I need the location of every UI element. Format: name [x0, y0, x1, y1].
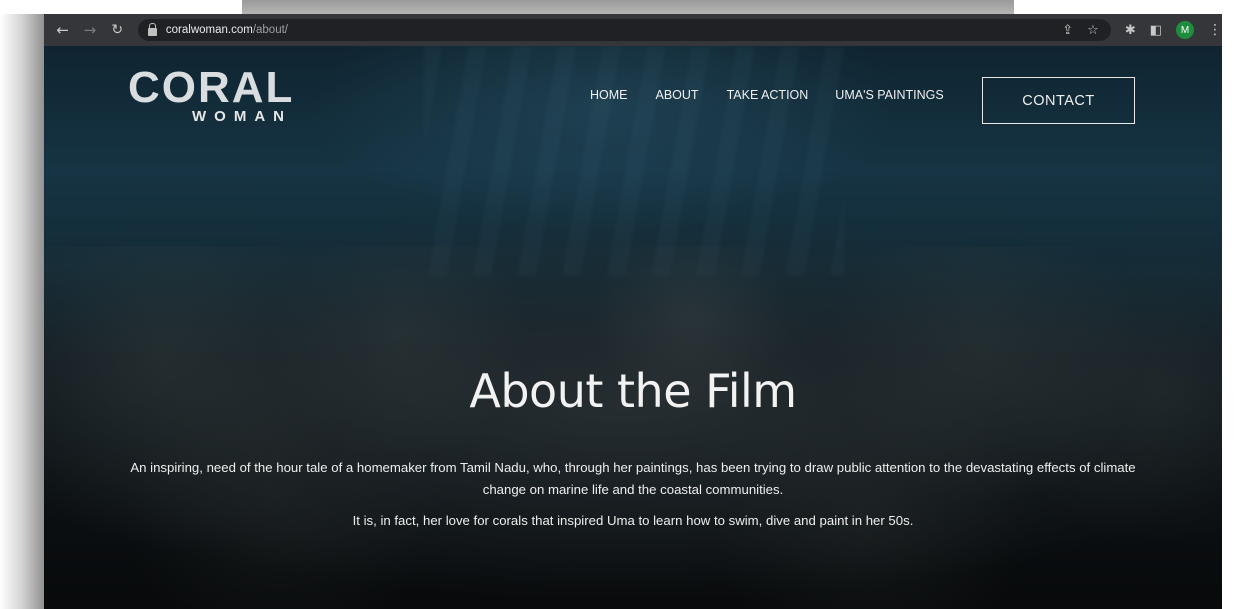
avatar[interactable]: M	[1176, 21, 1195, 39]
kebab-menu-icon[interactable]: ⋮	[1208, 22, 1222, 38]
main-nav: HOME ABOUT TAKE ACTION UMA'S PAINTINGS	[590, 88, 944, 102]
site-logo[interactable]: CORAL WOMAN	[128, 63, 308, 126]
background-shadow-left	[0, 14, 46, 609]
background-shade-top	[242, 0, 1014, 14]
nav-item-home[interactable]: HOME	[590, 88, 628, 102]
forward-arrow-icon[interactable]: →	[79, 19, 100, 41]
puzzle-icon[interactable]: ✱	[1125, 23, 1136, 38]
logo-main-text: CORAL	[128, 63, 295, 112]
description-paragraph-1: An inspiring, need of the hour tale of a…	[130, 460, 1136, 497]
background-right	[1222, 14, 1244, 609]
omnibox-actions: ⇪ ☆	[1062, 23, 1111, 38]
star-icon[interactable]: ☆	[1087, 23, 1099, 38]
logo-sub-text: WOMAN	[192, 108, 292, 125]
description-paragraph-2: It is, in fact, her love for corals that…	[352, 513, 914, 528]
browser-toolbar: ← → ↻ coralwoman.com/about/ ⇪ ☆ ✱ ◧ M ⋮	[44, 14, 1222, 46]
nav-item-take-action[interactable]: TAKE ACTION	[727, 88, 809, 102]
nav-item-umas-paintings[interactable]: UMA'S PAINTINGS	[835, 88, 943, 102]
url-path: /about/	[252, 24, 288, 36]
lock-icon[interactable]	[147, 22, 157, 36]
toolbar-right: ✱ ◧ M ⋮	[1125, 21, 1222, 39]
url-host: coralwoman.com	[165, 24, 253, 36]
url-text[interactable]: coralwoman.com/about/	[166, 24, 288, 36]
page-title: About the Film	[469, 364, 797, 418]
reef-background	[44, 246, 1222, 609]
reload-icon[interactable]: ↻	[107, 19, 128, 41]
light-rays	[424, 46, 844, 276]
nav-item-about[interactable]: ABOUT	[656, 88, 699, 102]
browser-window: ← → ↻ coralwoman.com/about/ ⇪ ☆ ✱ ◧ M ⋮ …	[44, 14, 1222, 609]
back-arrow-icon[interactable]: ←	[52, 19, 73, 41]
page-hero: CORAL WOMAN HOME ABOUT TAKE ACTION UMA'S…	[44, 46, 1222, 609]
address-bar[interactable]: coralwoman.com/about/ ⇪ ☆	[137, 19, 1111, 41]
side-panel-icon[interactable]: ◧	[1150, 23, 1162, 38]
contact-button[interactable]: CONTACT	[982, 77, 1135, 124]
share-icon[interactable]: ⇪	[1062, 23, 1073, 38]
